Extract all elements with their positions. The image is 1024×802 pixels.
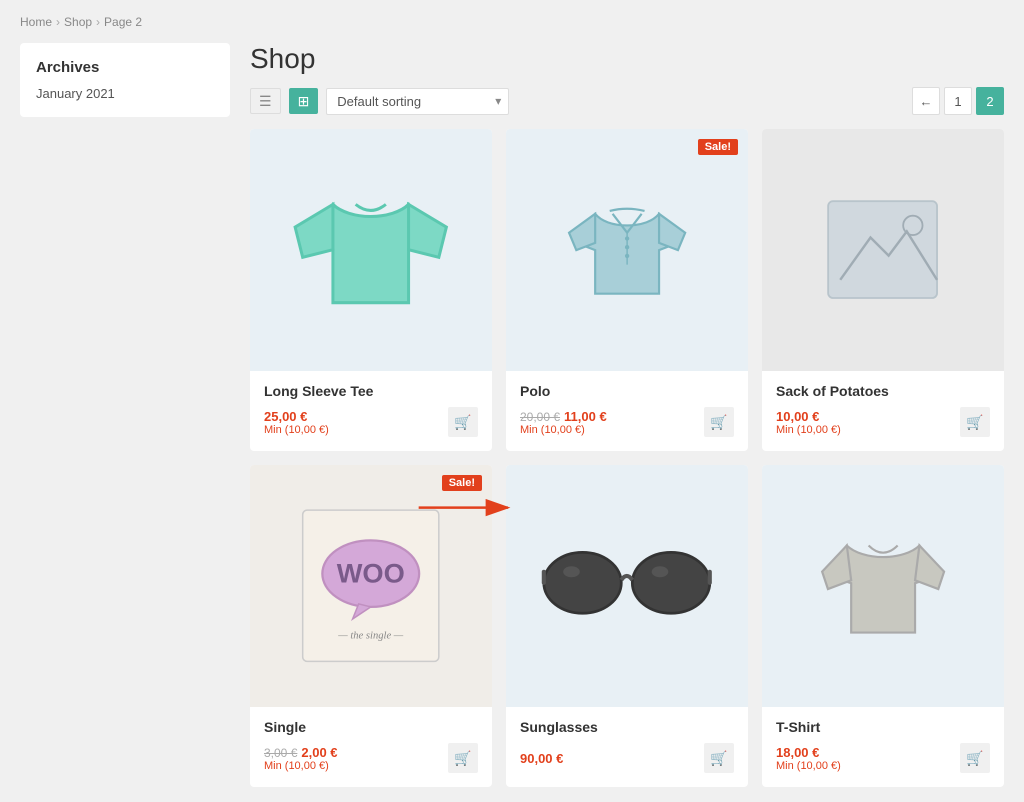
product-image-long-sleeve-tee — [250, 129, 492, 371]
product-price-row-sack-of-potatoes: 10,00 € Min (10,00 €) 🛒 — [776, 407, 990, 437]
product-image-tshirt — [762, 465, 1004, 707]
product-card-sunglasses: Sunglasses 90,00 € 🛒 — [506, 465, 748, 787]
add-to-cart-tshirt[interactable]: 🛒 — [960, 743, 990, 773]
price-block-sunglasses: 90,00 € — [520, 751, 563, 766]
cart-icon-long-sleeve-tee: 🛒 — [454, 414, 471, 431]
single-image: WOO — the single — — [280, 495, 462, 677]
add-to-cart-sunglasses[interactable]: 🛒 — [704, 743, 734, 773]
product-info-single: Single 3,00 €2,00 € Min (10,00 €) 🛒 — [250, 707, 492, 787]
product-card-sack-of-potatoes: Sack of Potatoes 10,00 € Min (10,00 €) 🛒 — [762, 129, 1004, 451]
breadcrumb-shop[interactable]: Shop — [64, 15, 92, 29]
breadcrumb-sep-1: › — [56, 15, 60, 29]
sunglasses-image — [530, 513, 724, 658]
sidebar: Archives January 2021 — [20, 43, 230, 117]
product-info-polo: Polo 20,00 €11,00 € Min (10,00 €) 🛒 — [506, 371, 748, 451]
product-image-sunglasses — [506, 465, 748, 707]
price-main-tshirt: 18,00 € — [776, 745, 841, 760]
price-block-single: 3,00 €2,00 € Min (10,00 €) — [264, 744, 338, 772]
sidebar-title: Archives — [36, 59, 214, 76]
main-content: Shop ☰ ⊞ Default sorting Sort by popular — [250, 43, 1004, 787]
page-wrapper: Home › Shop › Page 2 Archives January 20… — [0, 0, 1024, 802]
sort-select-wrapper: Default sorting Sort by popularity Sort … — [326, 88, 509, 115]
product-info-sunglasses: Sunglasses 90,00 € 🛒 — [506, 707, 748, 787]
placeholder-image — [810, 177, 955, 322]
price-block-tshirt: 18,00 € Min (10,00 €) — [776, 745, 841, 772]
shop-title: Shop — [250, 43, 1004, 75]
price-original-polo: 20,00 €11,00 € — [520, 408, 607, 424]
add-to-cart-single[interactable]: 🛒 — [448, 743, 478, 773]
sale-badge-polo: Sale! — [698, 139, 738, 155]
svg-text:— the single —: — the single — — [338, 631, 405, 642]
svg-text:WOO: WOO — [337, 558, 405, 589]
grid-icon: ⊞ — [298, 93, 310, 109]
product-name-tshirt: T-Shirt — [776, 719, 990, 735]
product-price-row-tshirt: 18,00 € Min (10,00 €) 🛒 — [776, 743, 990, 773]
product-card-single: Sale! WOO — [250, 465, 492, 787]
price-min-tshirt: Min (10,00 €) — [776, 760, 841, 772]
product-image-sack-of-potatoes — [762, 129, 1004, 371]
product-image-polo: Sale! — [506, 129, 748, 371]
price-original-single: 3,00 €2,00 € — [264, 744, 338, 760]
list-view-button[interactable]: ☰ — [250, 88, 281, 114]
breadcrumb: Home › Shop › Page 2 — [20, 15, 1004, 29]
polo-image — [540, 163, 714, 337]
cart-icon-tshirt: 🛒 — [966, 750, 983, 767]
product-info-long-sleeve-tee: Long Sleeve Tee 25,00 € Min (10,00 €) 🛒 — [250, 371, 492, 451]
product-price-row-long-sleeve-tee: 25,00 € Min (10,00 €) 🛒 — [264, 407, 478, 437]
product-name-polo: Polo — [520, 383, 734, 399]
price-block-sack-of-potatoes: 10,00 € Min (10,00 €) — [776, 409, 841, 436]
product-info-tshirt: T-Shirt 18,00 € Min (10,00 €) 🛒 — [762, 707, 1004, 787]
price-min-single: Min (10,00 €) — [264, 760, 338, 772]
product-price-row-polo: 20,00 €11,00 € Min (10,00 €) 🛒 — [520, 407, 734, 437]
tshirt-image — [796, 499, 970, 673]
cart-icon-sunglasses: 🛒 — [710, 750, 727, 767]
breadcrumb-current: Page 2 — [104, 15, 142, 29]
price-main-sack-of-potatoes: 10,00 € — [776, 409, 841, 424]
product-price-row-single: 3,00 €2,00 € Min (10,00 €) 🛒 — [264, 743, 478, 773]
pagination-prev[interactable]: ← — [912, 87, 940, 115]
product-card-tshirt: T-Shirt 18,00 € Min (10,00 €) 🛒 — [762, 465, 1004, 787]
cart-icon-polo: 🛒 — [710, 414, 727, 431]
content-header: Shop ☰ ⊞ Default sorting Sort by popular — [250, 43, 1004, 115]
product-card-long-sleeve-tee: Long Sleeve Tee 25,00 € Min (10,00 €) 🛒 — [250, 129, 492, 451]
product-name-sack-of-potatoes: Sack of Potatoes — [776, 383, 990, 399]
sidebar-box: Archives January 2021 — [20, 43, 230, 117]
product-name-sunglasses: Sunglasses — [520, 719, 734, 735]
breadcrumb-home[interactable]: Home — [20, 15, 52, 29]
price-block-polo: 20,00 €11,00 € Min (10,00 €) — [520, 408, 607, 436]
product-card-polo: Sale! — [506, 129, 748, 451]
add-to-cart-polo[interactable]: 🛒 — [704, 407, 734, 437]
price-min-long-sleeve-tee: Min (10,00 €) — [264, 424, 329, 436]
products-grid-wrap: Long Sleeve Tee 25,00 € Min (10,00 €) 🛒 — [250, 129, 1004, 787]
breadcrumb-sep-2: › — [96, 15, 100, 29]
products-grid: Long Sleeve Tee 25,00 € Min (10,00 €) 🛒 — [250, 129, 1004, 787]
cart-icon-single: 🛒 — [454, 750, 471, 767]
add-to-cart-long-sleeve-tee[interactable]: 🛒 — [448, 407, 478, 437]
toolbar: ☰ ⊞ Default sorting Sort by popularity S… — [250, 87, 1004, 115]
price-main-long-sleeve-tee: 25,00 € — [264, 409, 329, 424]
grid-view-button[interactable]: ⊞ — [289, 88, 319, 114]
product-info-sack-of-potatoes: Sack of Potatoes 10,00 € Min (10,00 €) 🛒 — [762, 371, 1004, 451]
price-main-sunglasses: 90,00 € — [520, 751, 563, 766]
price-min-sack-of-potatoes: Min (10,00 €) — [776, 424, 841, 436]
pagination: ← 1 2 — [912, 87, 1004, 115]
cart-icon-sack-of-potatoes: 🛒 — [966, 414, 983, 431]
product-name-long-sleeve-tee: Long Sleeve Tee — [264, 383, 478, 399]
sale-badge-single: Sale! — [442, 475, 482, 491]
product-name-single: Single — [264, 719, 478, 735]
product-image-single: Sale! WOO — [250, 465, 492, 707]
list-icon: ☰ — [259, 93, 272, 109]
main-layout: Archives January 2021 Shop ☰ ⊞ — [20, 43, 1004, 787]
toolbar-left: ☰ ⊞ Default sorting Sort by popularity S… — [250, 88, 509, 115]
price-min-polo: Min (10,00 €) — [520, 424, 607, 436]
long-sleeve-tee-image — [280, 159, 462, 341]
sort-select[interactable]: Default sorting Sort by popularity Sort … — [326, 88, 509, 115]
add-to-cart-sack-of-potatoes[interactable]: 🛒 — [960, 407, 990, 437]
pagination-page-2[interactable]: 2 — [976, 87, 1004, 115]
product-price-row-sunglasses: 90,00 € 🛒 — [520, 743, 734, 773]
sidebar-link-january-2021[interactable]: January 2021 — [36, 86, 214, 101]
price-block-long-sleeve-tee: 25,00 € Min (10,00 €) — [264, 409, 329, 436]
pagination-page-1[interactable]: 1 — [944, 87, 972, 115]
